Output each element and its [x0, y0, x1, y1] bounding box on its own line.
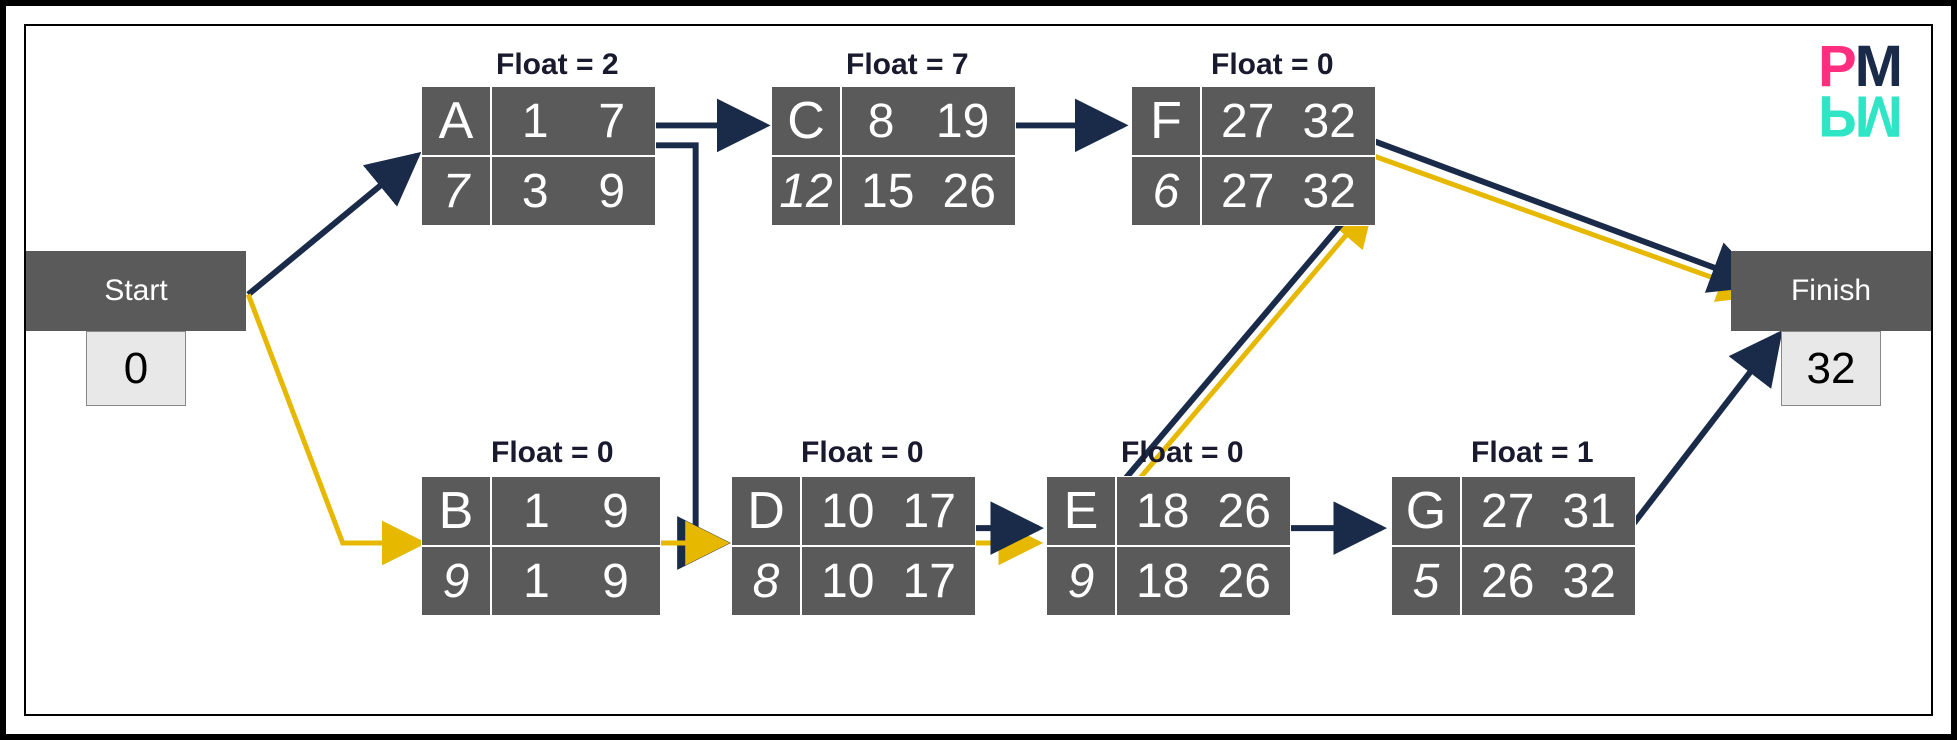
float-label-f: Float = 0 — [1211, 48, 1334, 82]
forward-pass: 17 — [491, 86, 656, 156]
activity-duration: 9 — [1046, 546, 1116, 616]
activity-id: E — [1046, 476, 1116, 546]
activity-id: G — [1391, 476, 1461, 546]
activity-duration: 5 — [1391, 546, 1461, 616]
backward-pass: 19 — [491, 546, 661, 616]
float-label-d: Float = 0 — [801, 436, 924, 470]
activity-id: A — [421, 86, 491, 156]
activity-node-e: E 1826 9 1826 — [1046, 476, 1291, 616]
forward-pass: 19 — [491, 476, 661, 546]
activity-node-c: C 819 12 1526 — [771, 86, 1016, 226]
diagram-frame: PM PM — [0, 0, 1957, 740]
backward-pass: 1826 — [1116, 546, 1291, 616]
activity-id: F — [1131, 86, 1201, 156]
activity-duration: 9 — [421, 546, 491, 616]
start-node: Start — [26, 251, 246, 331]
forward-pass: 2731 — [1461, 476, 1636, 546]
float-label-e: Float = 0 — [1121, 436, 1244, 470]
backward-pass: 2632 — [1461, 546, 1636, 616]
forward-pass: 819 — [841, 86, 1016, 156]
activity-duration: 12 — [771, 156, 841, 226]
activity-id: C — [771, 86, 841, 156]
float-label-c: Float = 7 — [846, 48, 969, 82]
pm-logo: PM PM — [1818, 42, 1901, 141]
activity-node-g: G 2731 5 2632 — [1391, 476, 1636, 616]
backward-pass: 2732 — [1201, 156, 1376, 226]
float-label-g: Float = 1 — [1471, 436, 1594, 470]
float-label-a: Float = 2 — [496, 48, 619, 82]
activity-node-b: B 19 9 19 — [421, 476, 661, 616]
float-label-b: Float = 0 — [491, 436, 614, 470]
forward-pass: 2732 — [1201, 86, 1376, 156]
start-value: 0 — [86, 331, 186, 406]
activity-node-f: F 2732 6 2732 — [1131, 86, 1376, 226]
activity-node-d: D 1017 8 1017 — [731, 476, 976, 616]
finish-value: 32 — [1781, 331, 1881, 406]
diagram-canvas: PM PM — [24, 24, 1933, 716]
activity-id: B — [421, 476, 491, 546]
forward-pass: 1017 — [801, 476, 976, 546]
activity-duration: 6 — [1131, 156, 1201, 226]
finish-label: Finish — [1791, 274, 1871, 308]
activity-id: D — [731, 476, 801, 546]
backward-pass: 39 — [491, 156, 656, 226]
start-label: Start — [104, 274, 167, 308]
forward-pass: 1826 — [1116, 476, 1291, 546]
activity-duration: 8 — [731, 546, 801, 616]
finish-node: Finish — [1731, 251, 1931, 331]
activity-duration: 7 — [421, 156, 491, 226]
activity-node-a: A 17 7 39 — [421, 86, 656, 226]
backward-pass: 1526 — [841, 156, 1016, 226]
backward-pass: 1017 — [801, 546, 976, 616]
